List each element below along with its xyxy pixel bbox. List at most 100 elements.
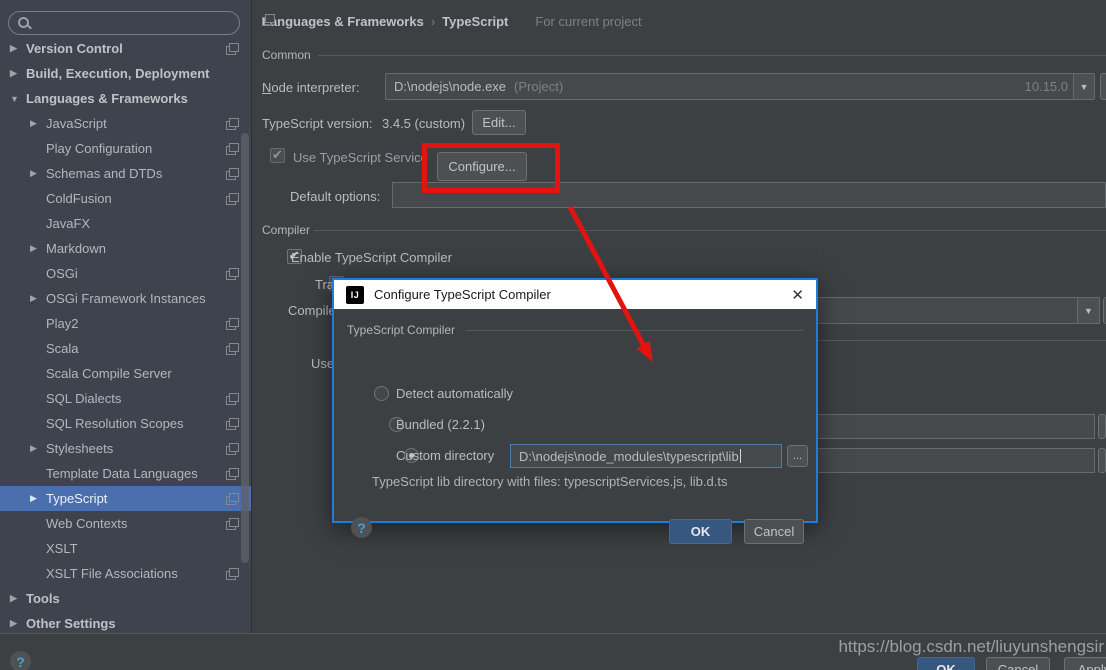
- sidebar-item-label: TypeScript: [46, 491, 108, 506]
- default-options-label: Default options:: [290, 189, 381, 204]
- enable-compiler-label: Enable TypeScript Compiler: [291, 250, 452, 265]
- sidebar-item-scala-compile-server[interactable]: Scala Compile Server: [0, 361, 251, 386]
- chevron-expanded-icon[interactable]: ▼: [10, 94, 26, 104]
- dialog-cancel-button[interactable]: Cancel: [744, 519, 804, 544]
- sidebar-item-stylesheets[interactable]: ▶ Stylesheets: [0, 436, 251, 461]
- hidden-browse-button-1-clipped[interactable]: [1098, 414, 1106, 439]
- chevron-collapsed-icon[interactable]: ▶: [10, 618, 26, 629]
- node-interpreter-scope: (Project): [514, 79, 564, 94]
- radio-label: Bundled (2.2.1): [396, 417, 485, 432]
- sidebar-item-scala[interactable]: Scala: [0, 336, 251, 361]
- sidebar-item-schemas-and-dtds[interactable]: ▶ Schemas and DTDs: [0, 161, 251, 186]
- current-project-indicator-icon: [226, 468, 239, 480]
- chevron-collapsed-icon[interactable]: ▶: [30, 168, 46, 179]
- sidebar-item-label: Build, Execution, Deployment: [26, 66, 210, 81]
- footer-divider: [0, 633, 1106, 634]
- node-interpreter-combobox[interactable]: D:\nodejs\node.exe (Project) 10.15.0 ▼: [385, 73, 1095, 100]
- browse-directory-button[interactable]: ...: [787, 445, 808, 467]
- sidebar-item-label: ColdFusion: [46, 191, 112, 206]
- dialog-hint-text: TypeScript lib directory with files: typ…: [372, 474, 728, 489]
- sidebar-item-build-execution-deployment[interactable]: ▶ Build, Execution, Deployment: [0, 61, 251, 86]
- sidebar-item-coldfusion[interactable]: ColdFusion: [0, 186, 251, 211]
- sidebar-item-label: Schemas and DTDs: [46, 166, 163, 181]
- breadcrumb-separator: ›: [430, 14, 436, 29]
- settings-cancel-button[interactable]: Cancel: [986, 657, 1050, 670]
- sidebar-item-javascript[interactable]: ▶ JavaScript: [0, 111, 251, 136]
- dialog-help-button[interactable]: ?: [351, 517, 372, 538]
- sidebar-item-sql-resolution-scopes[interactable]: SQL Resolution Scopes: [0, 411, 251, 436]
- chevron-collapsed-icon[interactable]: ▶: [30, 118, 46, 129]
- settings-sidebar: ▶ Version Control ▶ Build, Execution, Deplo…: [0, 0, 252, 633]
- sidebar-item-play2[interactable]: Play2: [0, 311, 251, 336]
- chevron-collapsed-icon[interactable]: ▶: [30, 293, 46, 304]
- custom-directory-input[interactable]: D:\nodejs\node_modules\typescript\lib: [510, 444, 782, 468]
- node-interpreter-dropdown-icon[interactable]: ▼: [1073, 74, 1094, 99]
- sidebar-item-label: JavaFX: [46, 216, 91, 231]
- intellij-logo-icon: IJ: [346, 285, 364, 304]
- compile-scope-dropdown-icon[interactable]: ▼: [1077, 298, 1099, 323]
- configure-compiler-dialog: IJ Configure TypeScript Compiler ✕ TypeS…: [332, 278, 818, 544]
- current-project-indicator-icon: [226, 418, 239, 430]
- annotation-highlight-rectangle: [422, 143, 560, 193]
- chevron-collapsed-icon[interactable]: ▶: [10, 593, 26, 604]
- radio-detect-automatically[interactable]: [374, 386, 389, 401]
- current-project-indicator-icon: [226, 493, 239, 505]
- sidebar-scrollbar[interactable]: [241, 133, 249, 563]
- common-section-label: Common: [262, 48, 311, 62]
- current-project-indicator-icon: [226, 568, 239, 580]
- chevron-collapsed-icon[interactable]: ▶: [30, 243, 46, 254]
- chevron-collapsed-icon[interactable]: ▶: [10, 43, 26, 54]
- ide-settings-window: ▶ Version Control ▶ Build, Execution, Deplo…: [0, 0, 1106, 670]
- sidebar-item-tools[interactable]: ▶ Tools: [0, 586, 251, 611]
- node-interpreter-browse-button-clipped[interactable]: [1100, 73, 1106, 100]
- sidebar-item-label: Other Settings: [26, 616, 116, 631]
- sidebar-item-template-data-languages[interactable]: Template Data Languages: [0, 461, 251, 486]
- current-project-indicator-icon: [226, 143, 239, 155]
- watermark-text: https://blog.csdn.net/liuyunshengsir: [838, 637, 1104, 656]
- dialog-close-icon[interactable]: ✕: [791, 286, 804, 304]
- use-typescript-service-checkbox[interactable]: [270, 147, 285, 163]
- sidebar-item-label: OSGi Framework Instances: [46, 291, 206, 306]
- ts-version-label: TypeScript version:: [262, 116, 373, 131]
- settings-help-button[interactable]: ?: [10, 651, 31, 670]
- sidebar-item-label: Web Contexts: [46, 516, 128, 531]
- sidebar-item-javafx[interactable]: JavaFX: [0, 211, 251, 236]
- sidebar-item-markdown[interactable]: ▶ Markdown: [0, 236, 251, 261]
- edit-version-button[interactable]: Edit...: [472, 110, 526, 135]
- current-project-indicator-icon: [226, 518, 239, 530]
- breadcrumb-current: TypeScript: [442, 14, 509, 29]
- sidebar-item-play-configuration[interactable]: Play Configuration: [0, 136, 251, 161]
- chevron-collapsed-icon[interactable]: ▶: [30, 493, 46, 504]
- search-icon: [17, 16, 31, 30]
- sidebar-item-osgi-framework-instances[interactable]: ▶ OSGi Framework Instances: [0, 286, 251, 311]
- current-project-indicator-icon: [515, 16, 528, 28]
- chevron-collapsed-icon[interactable]: ▶: [10, 68, 26, 79]
- settings-apply-button[interactable]: Apply: [1064, 657, 1106, 670]
- sidebar-item-sql-dialects[interactable]: SQL Dialects: [0, 386, 251, 411]
- sidebar-item-osgi[interactable]: OSGi: [0, 261, 251, 286]
- sidebar-item-label: Scala: [46, 341, 79, 356]
- sidebar-item-label: Scala Compile Server: [46, 366, 172, 381]
- sidebar-item-web-contexts[interactable]: Web Contexts: [0, 511, 251, 536]
- context-label: For current project: [535, 14, 642, 29]
- current-project-indicator-icon: [226, 393, 239, 405]
- settings-search-input[interactable]: [8, 11, 240, 35]
- breadcrumb: Languages & Frameworks › TypeScript For …: [262, 14, 642, 29]
- settings-ok-button[interactable]: OK: [917, 657, 975, 670]
- dialog-title: Configure TypeScript Compiler: [374, 287, 551, 302]
- node-interpreter-label: Node interpreter:: [262, 80, 360, 95]
- dialog-titlebar[interactable]: IJ Configure TypeScript Compiler ✕: [334, 280, 816, 309]
- chevron-collapsed-icon[interactable]: ▶: [30, 443, 46, 454]
- dialog-group-divider: [466, 330, 803, 331]
- dialog-ok-button[interactable]: OK: [669, 519, 732, 544]
- sidebar-item-languages-frameworks[interactable]: ▼ Languages & Frameworks: [0, 86, 251, 111]
- sidebar-item-version-control[interactable]: ▶ Version Control: [0, 36, 251, 61]
- sidebar-item-xslt[interactable]: XSLT: [0, 536, 251, 561]
- node-interpreter-label-rest: ode interpreter:: [271, 80, 360, 95]
- sidebar-item-label: Stylesheets: [46, 441, 114, 456]
- sidebar-item-typescript[interactable]: ▶ TypeScript: [0, 486, 251, 511]
- sidebar-item-label: Play Configuration: [46, 141, 153, 156]
- sidebar-item-xslt-file-associations[interactable]: XSLT File Associations: [0, 561, 251, 586]
- hidden-browse-button-2-clipped[interactable]: [1098, 448, 1106, 473]
- current-project-indicator-icon: [226, 43, 239, 55]
